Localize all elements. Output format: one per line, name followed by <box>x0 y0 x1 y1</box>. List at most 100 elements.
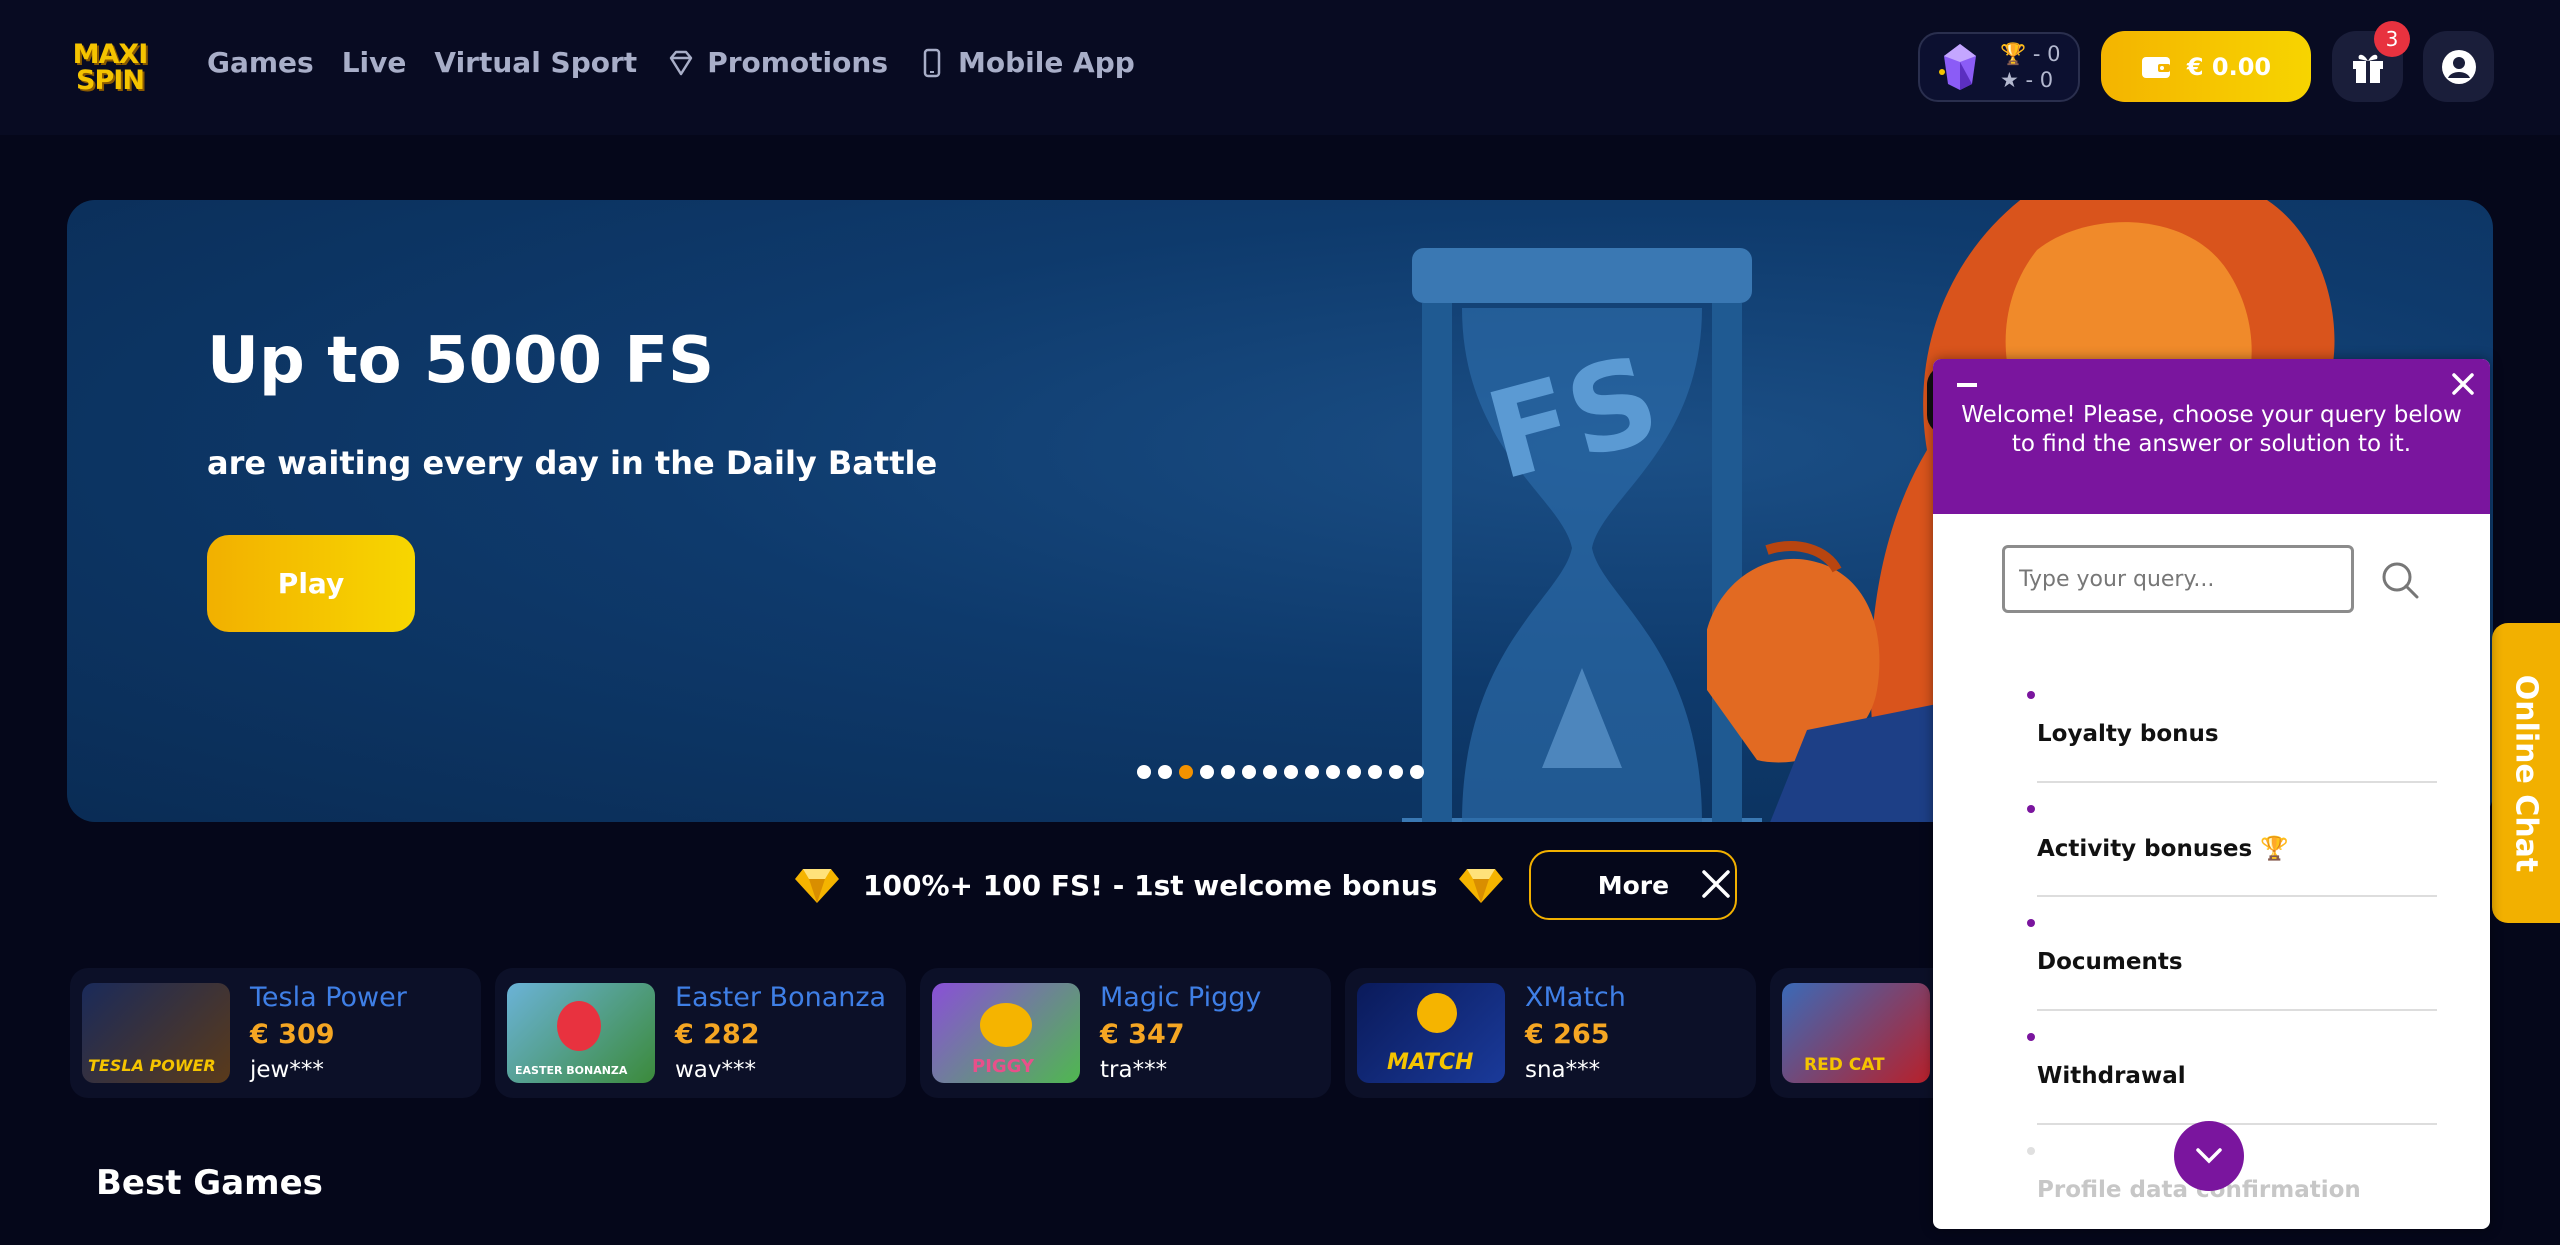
egg-shape <box>557 1001 601 1051</box>
game-thumbnail: RED CAT <box>1782 983 1930 1083</box>
star-icon: ★ <box>2000 68 2019 92</box>
faq-item-loyalty-bonus[interactable]: Loyalty bonus <box>2027 669 2437 783</box>
minimize-icon[interactable] <box>1957 383 1977 387</box>
faq-label: Activity bonuses 🏆 <box>2037 836 2289 862</box>
wallet-icon <box>2141 56 2170 78</box>
winner-amount: € 309 <box>250 1019 335 1050</box>
winner-amount: € 265 <box>1525 1019 1610 1050</box>
nav-promotions[interactable]: Promotions <box>665 46 888 79</box>
winner-game[interactable]: XMatch <box>1525 981 1626 1015</box>
phone-icon <box>923 48 941 77</box>
nav-live[interactable]: Live <box>342 46 407 79</box>
nav-virtual-sport[interactable]: Virtual Sport <box>434 46 637 79</box>
loyalty-levels-widget[interactable]: 🏆 - 0 ★ - 0 <box>1918 32 2080 102</box>
winner-card[interactable]: MATCH XMatch € 265 sna*** <box>1345 968 1756 1098</box>
winner-game[interactable]: Tesla Power <box>250 981 407 1015</box>
winner-user: tra*** <box>1100 1057 1168 1083</box>
online-chat-label: Online Chat <box>2508 674 2544 872</box>
faq-label: Documents <box>2037 949 2183 975</box>
thumb-logo: PIGGY <box>972 1056 1035 1077</box>
winner-card[interactable]: TESLA POWER Tesla Power € 309 jew*** <box>70 968 481 1098</box>
search-icon[interactable] <box>2379 559 2421 601</box>
carousel-dot[interactable] <box>1242 765 1256 779</box>
winner-card[interactable]: PIGGY Magic Piggy € 347 tra*** <box>920 968 1331 1098</box>
carousel-dot[interactable] <box>1305 765 1319 779</box>
game-thumbnail: TESLA POWER <box>82 983 230 1083</box>
faq-item-activity-bonuses[interactable]: Activity bonuses 🏆 <box>2027 783 2437 897</box>
bullet-dot <box>2027 691 2035 699</box>
balance-amount: € 0.00 <box>2186 52 2272 81</box>
carousel-dot[interactable] <box>1284 765 1298 779</box>
balance-button[interactable]: € 0.00 <box>2101 31 2311 102</box>
nav-mobile-app-label: Mobile App <box>957 46 1135 79</box>
banner-subtitle: are waiting every day in the Daily Battl… <box>207 444 938 482</box>
carousel-dot[interactable] <box>1221 765 1235 779</box>
faq-item-documents[interactable]: Documents <box>2027 897 2437 1011</box>
thumb-logo: MATCH <box>1387 1050 1474 1075</box>
profile-button[interactable] <box>2423 31 2494 102</box>
diamond-icon <box>669 50 693 75</box>
winner-game[interactable]: Easter Bonanza <box>675 981 886 1015</box>
recent-winners: TESLA POWER Tesla Power € 309 jew*** EAS… <box>70 968 2181 1098</box>
winner-amount: € 347 <box>1100 1019 1185 1050</box>
bullet-dot <box>2027 1147 2035 1155</box>
maxispin-logo[interactable]: MAXI SPIN <box>66 38 154 98</box>
nav-games[interactable]: Games <box>207 46 314 79</box>
scroll-down-button[interactable] <box>2174 1121 2244 1191</box>
carousel-dot[interactable] <box>1389 765 1403 779</box>
gem-icon <box>1459 869 1504 903</box>
game-thumbnail: MATCH <box>1357 983 1505 1083</box>
ball-shape <box>1417 993 1457 1033</box>
carousel-dot[interactable] <box>1179 765 1193 779</box>
piggy-shape <box>980 1003 1032 1047</box>
top-header: MAXI SPIN Games Live Virtual Sport Promo… <box>0 0 2560 135</box>
chat-header: Welcome! Please, choose your query below… <box>1933 359 2490 514</box>
crystal-icon <box>1939 44 1976 90</box>
logo-line-2: SPIN <box>76 65 145 96</box>
carousel-dot[interactable] <box>1410 765 1424 779</box>
carousel-dot[interactable] <box>1158 765 1172 779</box>
carousel-dot[interactable] <box>1368 765 1382 779</box>
gem-icon <box>795 869 839 903</box>
carousel-dot[interactable] <box>1326 765 1340 779</box>
chat-welcome-text: Welcome! Please, choose your query below… <box>1961 402 2462 457</box>
online-chat-tab[interactable]: Online Chat <box>2492 623 2560 923</box>
winner-amount: € 282 <box>675 1019 760 1050</box>
carousel-dots <box>1137 765 1424 779</box>
faq-label: Loyalty bonus <box>2037 721 2219 747</box>
main-nav: Games Live Virtual Sport Promotions Mobi… <box>207 46 1135 79</box>
trophy-icon: 🏆 <box>2000 42 2027 66</box>
user-icon <box>2441 49 2476 84</box>
faq-label: Withdrawal <box>2037 1063 2186 1089</box>
bullet-dot <box>2027 805 2035 813</box>
close-icon[interactable] <box>2448 369 2478 399</box>
carousel-dot[interactable] <box>1137 765 1151 779</box>
nav-promotions-label: Promotions <box>707 46 888 79</box>
nav-live-label: Live <box>341 46 407 79</box>
welcome-bonus-strip: 100%+ 100 FS! - 1st welcome bonus More <box>795 850 1738 920</box>
game-thumbnail: PIGGY <box>932 983 1080 1083</box>
trophy-count: - 0 <box>2032 42 2061 66</box>
carousel-dot[interactable] <box>1263 765 1277 779</box>
star-count: - 0 <box>2025 68 2054 92</box>
welcome-bonus-text: 100%+ 100 FS! - 1st welcome bonus <box>863 868 1438 902</box>
winner-user: sna*** <box>1525 1057 1601 1083</box>
winner-card[interactable]: EASTER BONANZA Easter Bonanza € 282 wav*… <box>495 968 906 1098</box>
nav-mobile-app[interactable]: Mobile App <box>916 46 1135 79</box>
play-button[interactable]: Play <box>207 535 415 632</box>
winner-game[interactable]: Magic Piggy <box>1100 981 1261 1015</box>
banner-title: Up to 5000 FS <box>207 324 715 398</box>
close-icon[interactable] <box>1700 868 1732 900</box>
game-thumbnail: EASTER BONANZA <box>507 983 655 1083</box>
thumb-logo: EASTER BONANZA <box>515 1064 628 1077</box>
chat-panel: Welcome! Please, choose your query below… <box>1933 359 2490 1229</box>
carousel-dot[interactable] <box>1347 765 1361 779</box>
carousel-dot[interactable] <box>1200 765 1214 779</box>
bullet-dot <box>2027 919 2035 927</box>
query-input[interactable] <box>2002 545 2354 613</box>
best-games-title: Best Games <box>96 1163 323 1203</box>
notification-badge: 3 <box>2374 21 2410 57</box>
nav-games-label: Games <box>207 46 314 79</box>
thumb-logo: TESLA POWER <box>88 1056 216 1075</box>
faq-item-withdrawal[interactable]: Withdrawal <box>2027 1011 2437 1125</box>
